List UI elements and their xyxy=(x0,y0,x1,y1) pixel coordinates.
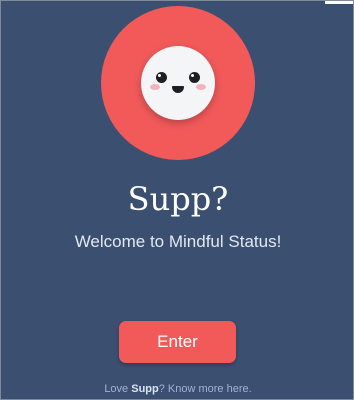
app-title: Supp? xyxy=(127,180,229,218)
left-eye xyxy=(156,72,167,83)
right-cheek xyxy=(196,84,206,90)
welcome-subtitle: Welcome to Mindful Status! xyxy=(74,232,282,251)
window-edge xyxy=(325,1,353,4)
app-window: Supp? Welcome to Mindful Status! Enter L… xyxy=(0,0,354,400)
right-eye xyxy=(189,72,200,83)
footer-prefix: Love xyxy=(104,383,132,395)
footer: Love Supp? Know more here. xyxy=(1,382,353,396)
mouth xyxy=(172,86,184,93)
logo-circle xyxy=(101,6,255,160)
smiley-face-icon xyxy=(141,46,215,120)
left-cheek xyxy=(150,84,160,90)
enter-button[interactable]: Enter xyxy=(119,321,236,363)
know-more-link[interactable]: ? Know more here. xyxy=(159,383,252,395)
footer-brand: Supp xyxy=(131,383,159,395)
